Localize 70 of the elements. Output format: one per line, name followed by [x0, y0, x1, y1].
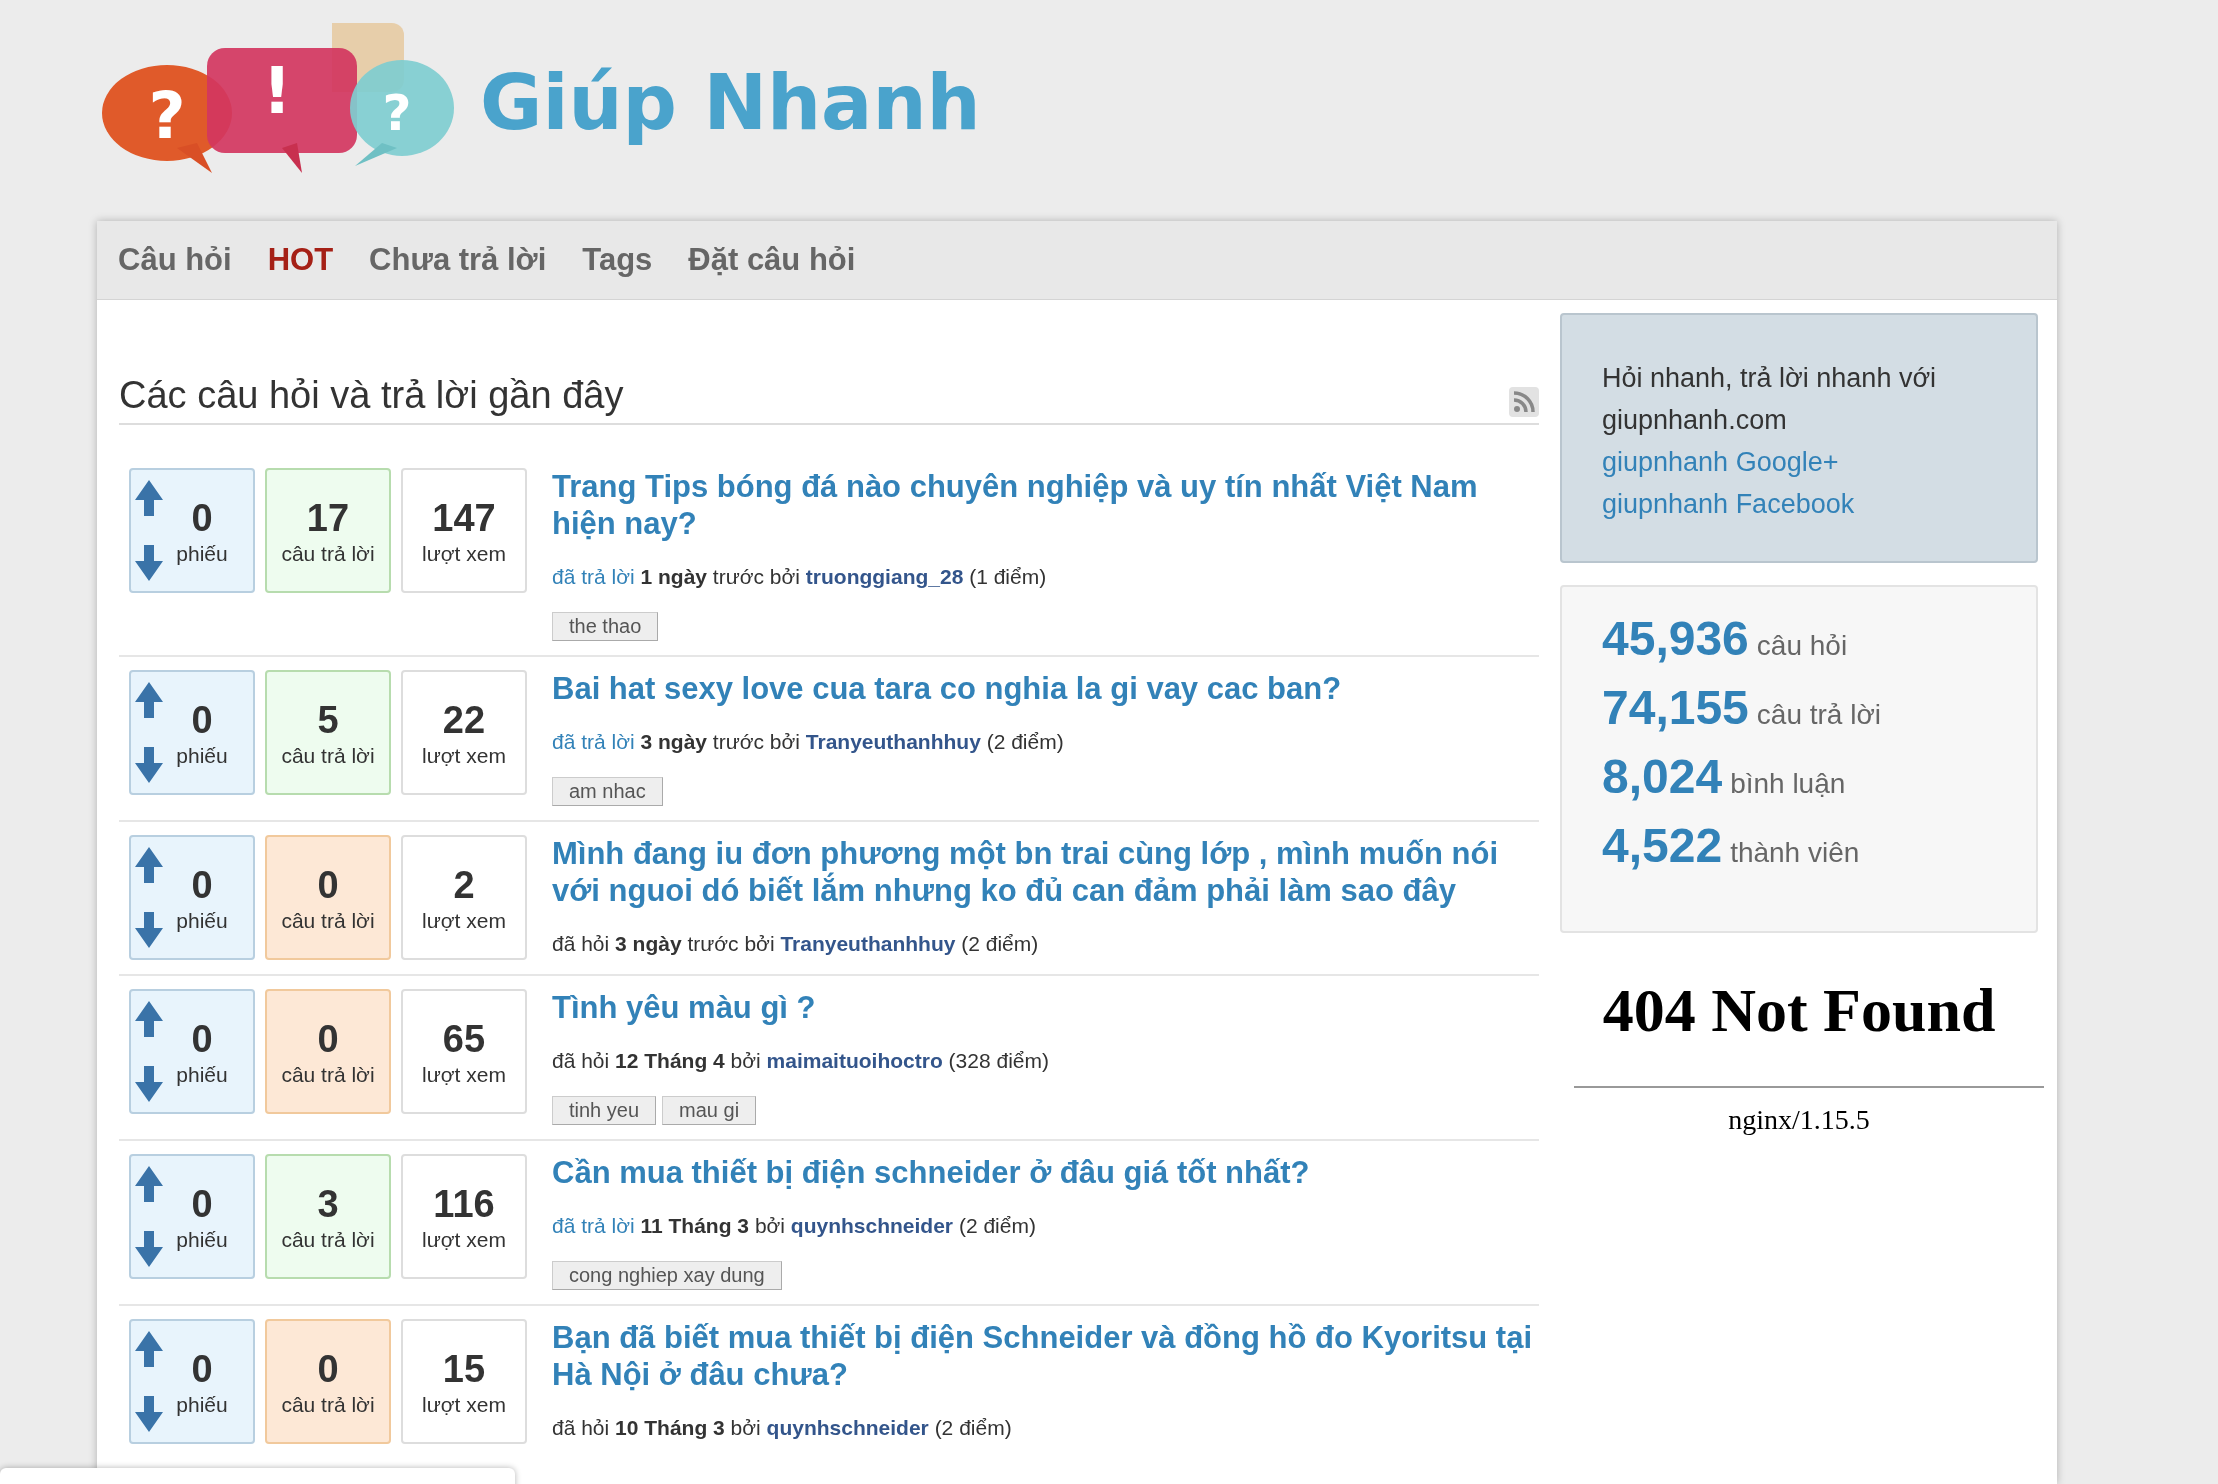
view-count: 147 lượt xem: [401, 468, 527, 593]
vote-up-icon[interactable]: [135, 1166, 163, 1202]
question-link[interactable]: Bạn đã biết mua thiết bị điện Schneider và đồng hồ đo Kyoritsu tại Hà Nội ở đâu chưa?: [552, 1319, 1539, 1393]
vote-down-icon[interactable]: [135, 545, 163, 581]
vote-up-icon[interactable]: [135, 1001, 163, 1037]
vote-up-icon[interactable]: [135, 682, 163, 718]
answer-count: 0 câu trả lời: [265, 989, 391, 1114]
vote-down-icon[interactable]: [135, 912, 163, 948]
stat-value: 8,024: [1602, 749, 1723, 804]
vote-down-icon[interactable]: [135, 1066, 163, 1102]
intro-text: Hỏi nhanh, trả lời nhanh với: [1602, 362, 1938, 395]
server-version: nginx/1.15.5: [1727, 1104, 1871, 1136]
nav-tab[interactable]: Đặt câu hỏi: [688, 242, 856, 278]
question-link[interactable]: Cần mua thiết bị điện schneider ở đâu giá tốt nhất?: [552, 1154, 1539, 1191]
view-count: 116 lượt xem: [401, 1154, 527, 1279]
social-link[interactable]: giupnhanh Google+: [1602, 441, 1996, 483]
tag[interactable]: tinh yeu: [552, 1096, 657, 1125]
nav-tab[interactable]: HOT: [267, 242, 334, 278]
logo-drawing: ? ! ?: [97, 17, 462, 178]
question-meta: đã hỏi 12 Tháng 4 bởi maimaituoihoctro (328 điểm): [552, 1048, 1050, 1074]
vote-count: 0 phiếu: [129, 670, 255, 795]
stat-label: bình luận: [1730, 768, 1846, 800]
vote-count: 0 phiếu: [129, 468, 255, 593]
answer-count: 17 câu trả lời: [265, 468, 391, 593]
vote-count: 0 phiếu: [129, 835, 255, 960]
question-meta: đã trả lời 1 ngày trước bởi truonggiang_28 (1 điểm): [552, 564, 1048, 590]
tag[interactable]: am nhac: [552, 777, 663, 806]
tag[interactable]: the thao: [552, 612, 659, 641]
rss-icon[interactable]: [1509, 387, 1539, 417]
social-link[interactable]: giupnhanh Facebook: [1602, 483, 1996, 525]
tag[interactable]: mau gi: [662, 1096, 757, 1125]
question-meta: đã trả lời 11 Tháng 3 bởi quynhschneider (2 điểm): [552, 1213, 1037, 1239]
view-count: 2 lượt xem: [401, 835, 527, 960]
vote-up-icon[interactable]: [135, 1331, 163, 1367]
site-title[interactable]: Giúp Nhanh: [480, 58, 981, 147]
vote-down-icon[interactable]: [135, 1396, 163, 1432]
question-link[interactable]: Trang Tips bóng đá nào chuyên nghiệp và uy tín nhất Việt Nam hiện nay?: [552, 468, 1539, 542]
vote-up-icon[interactable]: [135, 847, 163, 883]
intro-text: giupnhanh.com: [1602, 404, 1788, 437]
answer-count: 0 câu trả lời: [265, 1319, 391, 1444]
stat-value: 4,522: [1602, 818, 1723, 873]
question-link[interactable]: Bai hat sexy love cua tara co nghia la gi vay cac ban?: [552, 670, 1539, 707]
question-link[interactable]: Mình đang iu đơn phương một bn trai cùng lớp , mình muốn nói với nguoi dó biết lắm nhưng ko đủ can đảm phải làm sao đây: [552, 835, 1539, 909]
answer-count: 5 câu trả lời: [265, 670, 391, 795]
stat-value: 45,936: [1602, 611, 1749, 666]
error-title: 404 Not Found: [1601, 975, 1997, 1046]
question-meta: đã hỏi 10 Tháng 3 bởi quynhschneider (2 điểm): [552, 1415, 1013, 1441]
question-meta: đã hỏi 3 ngày trước bởi Tranyeuthanhhuy (2 điểm): [552, 931, 1040, 957]
stat-label: câu hỏi: [1756, 630, 1848, 662]
vote-count: 0 phiếu: [129, 989, 255, 1114]
tag[interactable]: cong nghiep xay dung: [552, 1261, 782, 1290]
view-count: 65 lượt xem: [401, 989, 527, 1114]
answer-count: 0 câu trả lời: [265, 835, 391, 960]
vote-down-icon[interactable]: [135, 1231, 163, 1267]
page-heading: Các câu hỏi và trả lời gần đây: [119, 374, 624, 417]
question-meta: đã trả lời 3 ngày trước bởi Tranyeuthanhhuy (2 điểm): [552, 729, 1065, 755]
vote-down-icon[interactable]: [135, 747, 163, 783]
vote-up-icon[interactable]: [135, 480, 163, 516]
view-count: 15 lượt xem: [401, 1319, 527, 1444]
stat-value: 74,155: [1602, 680, 1749, 735]
stat-label: thành viên: [1730, 837, 1860, 869]
nav-tab[interactable]: Câu hỏi: [118, 242, 232, 278]
stat-label: câu trả lời: [1756, 699, 1881, 731]
view-count: 22 lượt xem: [401, 670, 527, 795]
nav-tab[interactable]: Chưa trả lời: [369, 242, 547, 278]
nav-tab[interactable]: Tags: [582, 242, 653, 278]
vote-count: 0 phiếu: [129, 1319, 255, 1444]
vote-count: 0 phiếu: [129, 1154, 255, 1279]
question-link[interactable]: Tình yêu màu gì ?: [552, 989, 1539, 1026]
answer-count: 3 câu trả lời: [265, 1154, 391, 1279]
